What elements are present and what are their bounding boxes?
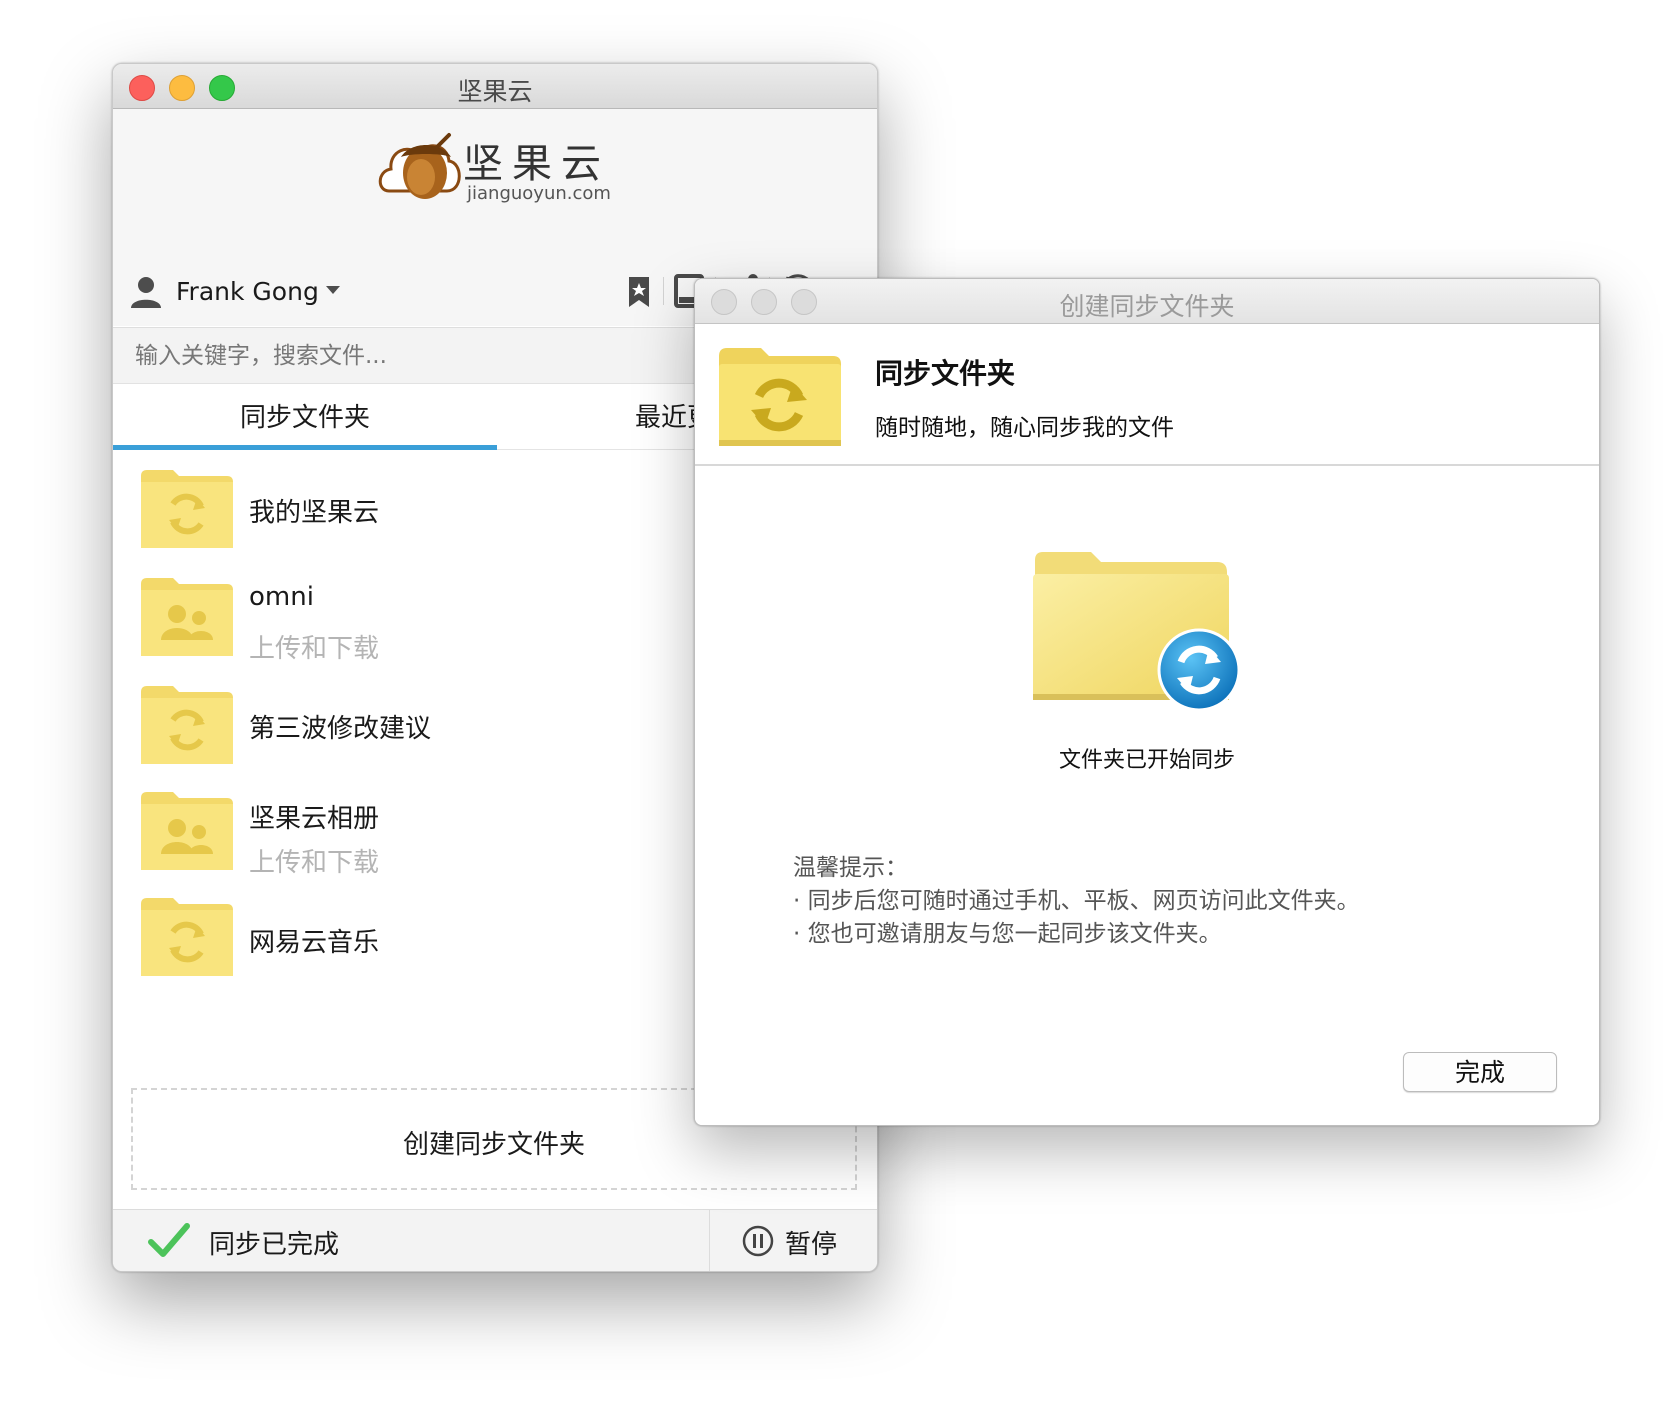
- create-sync-folder-label: 创建同步文件夹: [402, 1130, 585, 1160]
- window-title: 坚果云: [457, 77, 533, 106]
- user-name[interactable]: Frank Gong: [176, 277, 319, 306]
- bookmark-icon[interactable]: [619, 271, 659, 311]
- logo-text-cn: 坚果云: [463, 141, 610, 187]
- shared-folder-icon: [141, 578, 233, 656]
- app-logo: 坚果云 jianguoyun.com: [375, 127, 615, 217]
- dialog-titlebar: 创建同步文件夹: [695, 279, 1599, 324]
- tip-item: · 同步后您可随时通过手机、平板、网页访问此文件夹。: [793, 888, 1360, 914]
- sync-folder-icon: [719, 348, 841, 446]
- folder-name: 坚果云相册: [249, 804, 380, 834]
- status-bar: 同步已完成 暂停: [113, 1209, 877, 1271]
- dialog-header: 同步文件夹 随时随地，随心同步我的文件: [695, 324, 1599, 466]
- pause-button[interactable]: 暂停: [785, 1224, 837, 1261]
- pause-icon[interactable]: [741, 1224, 775, 1258]
- sync-started-message: 文件夹已开始同步: [1058, 748, 1235, 773]
- folder-name: 网易云音乐: [249, 928, 380, 958]
- folder-name: 第三波修改建议: [249, 714, 432, 744]
- folder-name: 我的坚果云: [249, 498, 380, 528]
- tab-sync-folders[interactable]: 同步文件夹: [113, 397, 497, 434]
- active-tab-indicator: [113, 445, 497, 450]
- folder-sync-mode: 上传和下载: [249, 634, 380, 664]
- syncing-folder-icon: [1033, 552, 1241, 712]
- sync-folder-icon: [141, 470, 233, 548]
- dialog-title: 创建同步文件夹: [1059, 292, 1235, 321]
- create-sync-folder-dialog: 创建同步文件夹 同步文件夹 随时随地，随心同步我的文件 文件夹已开始同步 温馨提…: [694, 278, 1600, 1126]
- check-icon: [148, 1223, 190, 1257]
- user-icon: [131, 277, 161, 308]
- acorn-cloud-icon: [378, 133, 461, 199]
- sync-folder-icon: [141, 686, 233, 764]
- folder-name: omni: [249, 582, 314, 612]
- sync-status-text: 同步已完成: [209, 1230, 340, 1260]
- tips-block: 温馨提示： · 同步后您可随时通过手机、平板、网页访问此文件夹。 · 您也可邀请…: [793, 852, 1360, 951]
- dialog-body: 文件夹已开始同步 温馨提示： · 同步后您可随时通过手机、平板、网页访问此文件夹…: [695, 466, 1599, 1125]
- tip-item: · 您也可邀请朋友与您一起同步该文件夹。: [793, 921, 1222, 947]
- done-button[interactable]: 完成: [1403, 1052, 1557, 1092]
- status-separator: [709, 1210, 710, 1271]
- logo-text-domain: jianguoyun.com: [467, 183, 611, 204]
- sync-folder-icon: [141, 898, 233, 976]
- caret-down-icon[interactable]: [325, 284, 341, 296]
- shared-folder-icon: [141, 792, 233, 870]
- tips-title: 温馨提示：: [793, 855, 908, 881]
- folder-sync-mode: 上传和下载: [249, 848, 380, 878]
- dialog-heading: 同步文件夹: [875, 357, 1016, 390]
- dialog-subheading: 随时随地，随心同步我的文件: [875, 415, 1174, 441]
- toolbar-separator: [663, 277, 664, 305]
- search-input[interactable]: [133, 336, 697, 376]
- main-titlebar: 坚果云: [113, 64, 877, 109]
